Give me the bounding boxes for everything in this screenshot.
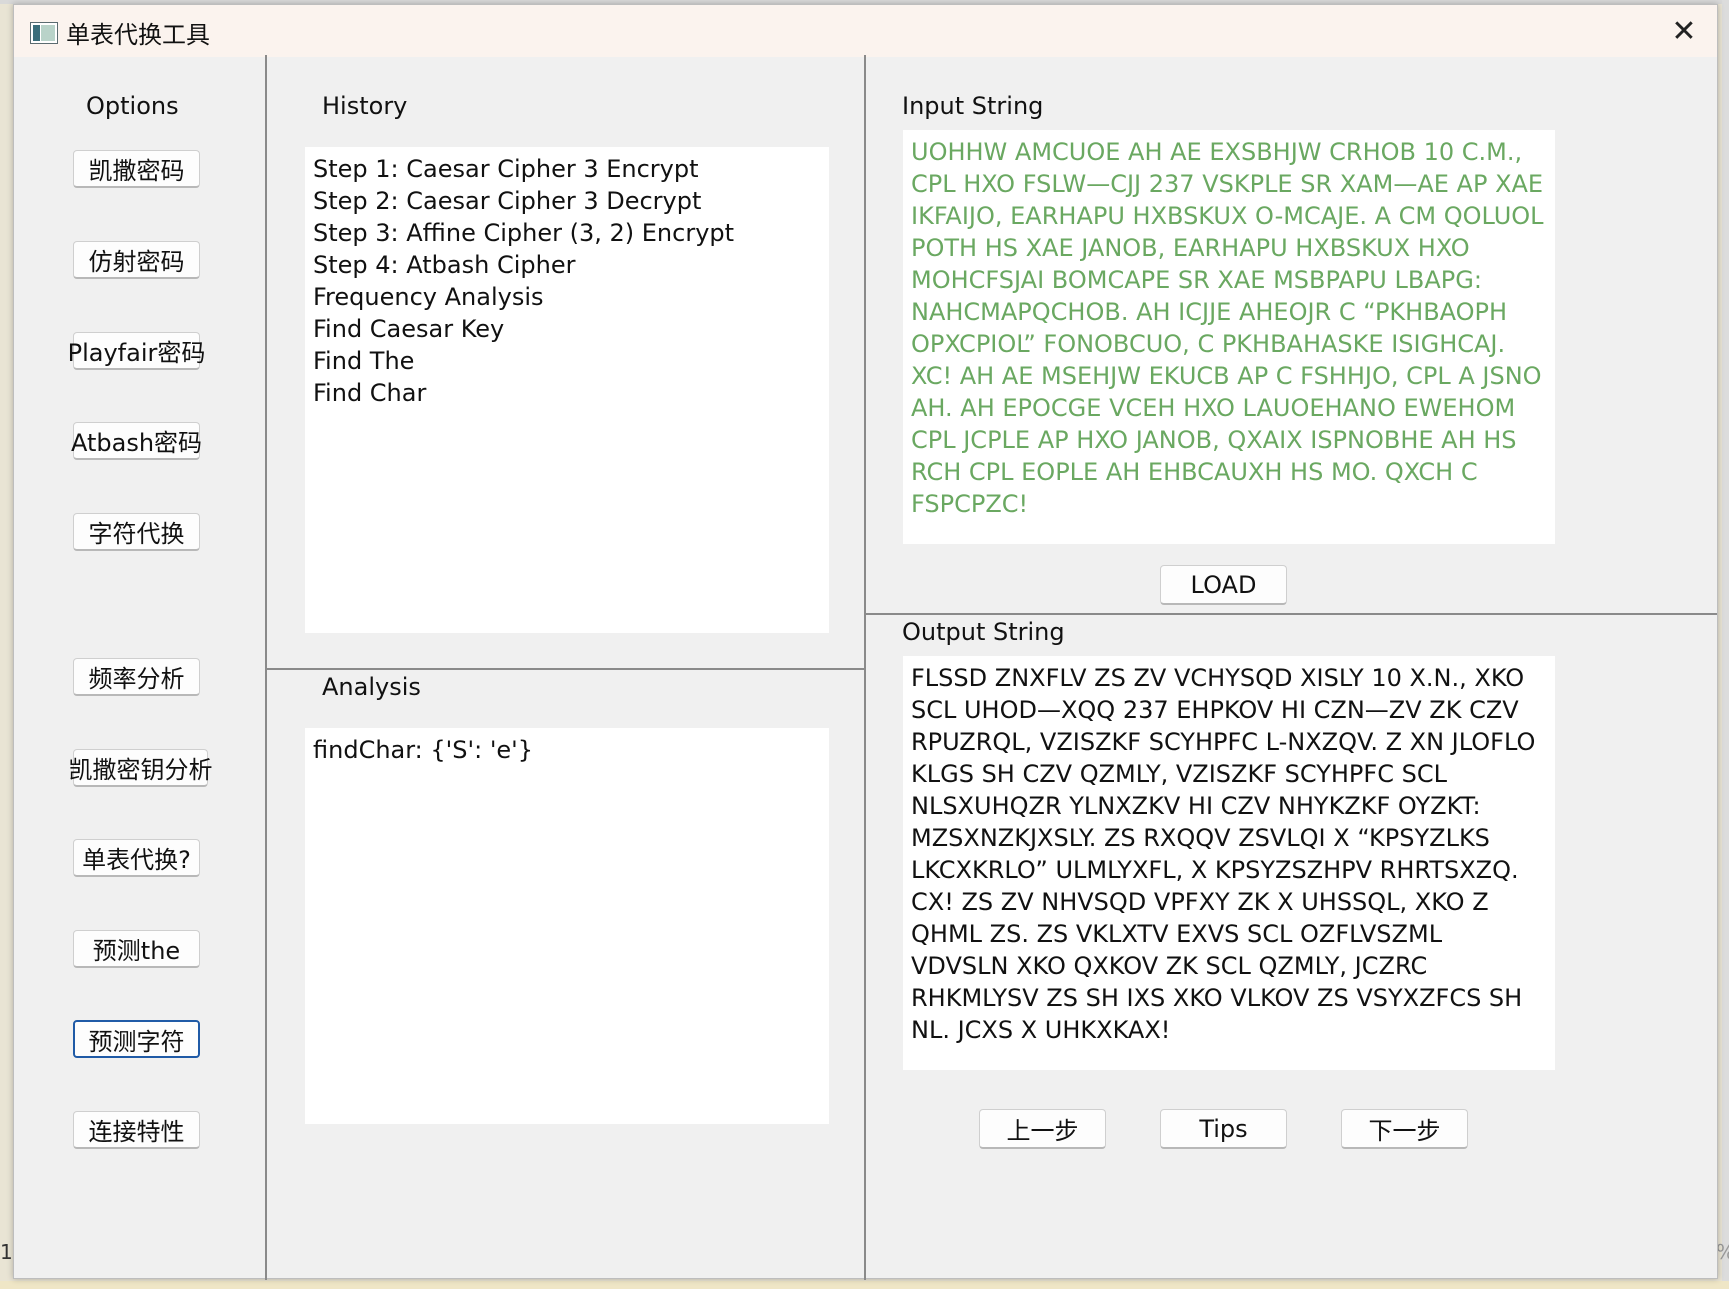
input-string-field[interactable]: UOHHW AMCUOE AH AE EXSBHJW CRHOB 10 C.M.… [903,130,1555,544]
history-item[interactable]: Step 2: Caesar Cipher 3 Decrypt [313,185,821,217]
history-item[interactable]: Step 4: Atbash Cipher [313,249,821,281]
frequency-analysis-button[interactable]: 频率分析 [73,658,200,696]
predict-the-button[interactable]: 预测the [73,930,200,968]
predict-char-button[interactable]: 预测字符 [73,1020,200,1058]
output-string-field[interactable]: FLSSD ZNXFLV ZS ZV VCHYSQD XISLY 10 X.N.… [903,656,1555,1070]
caesar-cipher-button[interactable]: 凯撒密码 [73,150,200,188]
load-button[interactable]: LOAD [1160,565,1287,605]
history-item[interactable]: Step 3: Affine Cipher (3, 2) Encrypt [313,217,821,249]
analysis-output[interactable]: findChar: {'S': 'e'} [305,728,829,1124]
caesar-key-analysis-button[interactable]: 凯撒密钥分析 [69,749,213,787]
affine-cipher-button[interactable]: 仿射密码 [73,241,200,279]
background-bottom-strip [0,1281,1729,1289]
monoalphabetic-button[interactable]: 单表代换? [73,839,200,877]
char-substitution-button[interactable]: 字符代换 [73,513,200,551]
output-string-title: Output String [902,618,1065,646]
history-item[interactable]: Find The [313,345,821,377]
input-string-title: Input String [902,92,1044,120]
close-button[interactable]: ✕ [1664,13,1704,49]
previous-step-button[interactable]: 上一步 [979,1109,1106,1149]
window-title: 单表代换工具 [66,21,210,49]
close-icon: ✕ [1671,13,1697,49]
next-step-button[interactable]: 下一步 [1341,1109,1468,1149]
background-strip-right [1722,0,1729,1289]
atbash-cipher-button[interactable]: Atbash密码 [71,422,202,460]
options-title: Options [86,92,179,120]
tips-button[interactable]: Tips [1160,1109,1287,1149]
playfair-cipher-button[interactable]: Playfair密码 [68,332,205,370]
history-list[interactable]: Step 1: Caesar Cipher 3 Encrypt Step 2: … [305,147,829,633]
background-edge-text-left: 1 [0,1240,13,1264]
app-window: 单表代换工具 ✕ Options 凯撒密码 仿射密码 Playfair密码 At… [13,4,1718,1280]
history-title: History [322,92,408,120]
history-item[interactable]: Frequency Analysis [313,281,821,313]
divider-history-analysis [267,668,865,670]
analysis-text: findChar: {'S': 'e'} [313,736,534,764]
app-icon [30,22,58,44]
divider-input-output [866,613,1717,615]
history-item[interactable]: Step 1: Caesar Cipher 3 Encrypt [313,153,821,185]
history-item[interactable]: Find Caesar Key [313,313,821,345]
analysis-title: Analysis [322,673,421,701]
connection-feature-button[interactable]: 连接特性 [73,1111,200,1149]
history-item[interactable]: Find Char [313,377,821,409]
title-bar[interactable]: 单表代换工具 ✕ [14,5,1717,57]
